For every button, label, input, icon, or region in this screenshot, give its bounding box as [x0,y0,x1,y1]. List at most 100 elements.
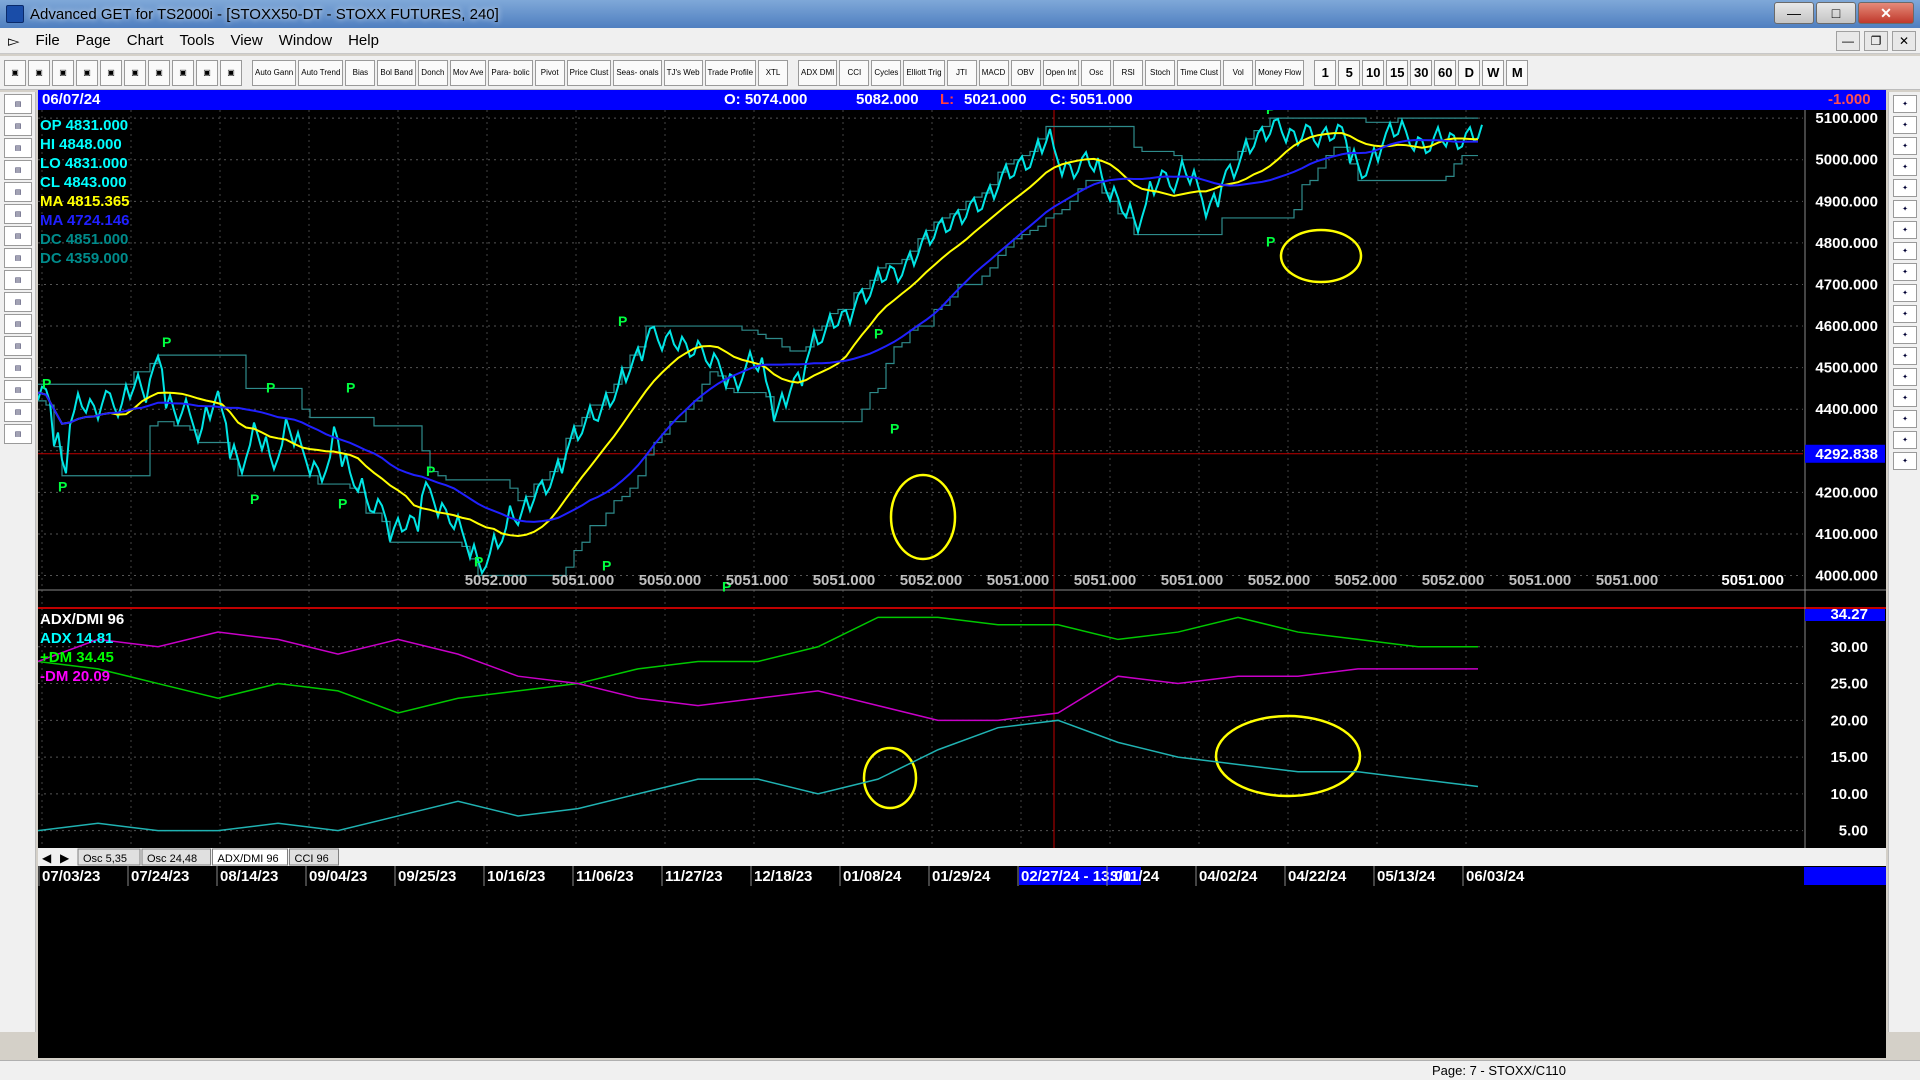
info-high: 5082.000 [856,91,919,108]
window-controls: — □ ✕ [1774,2,1914,24]
mdi-close-button[interactable]: ✕ [1892,31,1916,51]
tool-icon-6[interactable]: ▣ [148,59,170,86]
tool-icon-3[interactable]: ▣ [76,59,98,86]
tool-icon-7[interactable]: ▣ [172,59,194,86]
menu-chart[interactable]: Chart [119,32,172,49]
left-tool-icon-12[interactable]: ▤ [4,358,32,378]
timeframe-w[interactable]: W [1482,59,1505,86]
tool-tj-s-web[interactable]: TJ's Web [663,59,703,86]
tool-icon-5[interactable]: ▣ [124,59,146,86]
right-tool-icon-10[interactable]: ✦ [1893,305,1917,323]
tool-macd[interactable]: MACD [978,59,1009,86]
right-tool-icon-16[interactable]: ✦ [1893,431,1917,449]
left-tool-icon-10[interactable]: ▤ [4,314,32,334]
right-tool-icon-9[interactable]: ✦ [1893,284,1917,302]
right-tool-icon-7[interactable]: ✦ [1893,242,1917,260]
tool-jti[interactable]: JTI [946,59,977,86]
timeframe-1[interactable]: 1 [1314,59,1337,86]
tool-obv[interactable]: OBV [1010,59,1041,86]
tool-para-bolic[interactable]: Para- bolic [488,59,533,86]
tool-open-int[interactable]: Open Int [1042,59,1080,86]
tool-stoch[interactable]: Stoch [1145,59,1176,86]
mdi-restore-button[interactable]: ❐ [1864,31,1888,51]
tool-icon-0[interactable]: ▣ [4,59,26,86]
left-tool-icon-2[interactable]: ▤ [4,138,32,158]
tool-bias[interactable]: Bias [345,59,376,86]
timeframe-d[interactable]: D [1458,59,1481,86]
timeframe-5[interactable]: 5 [1338,59,1361,86]
menu-view[interactable]: View [222,32,270,49]
timeframe-30[interactable]: 30 [1410,59,1433,86]
tool-rsi[interactable]: RSI [1113,59,1144,86]
right-tool-icon-0[interactable]: ✦ [1893,95,1917,113]
close-button[interactable]: ✕ [1858,2,1914,24]
left-tool-icon-11[interactable]: ▤ [4,336,32,356]
tool-time-clust[interactable]: Time Clust [1177,59,1222,86]
tool-vol[interactable]: Vol [1223,59,1254,86]
tool-osc[interactable]: Osc [1081,59,1112,86]
chart-area[interactable]: 06/07/24 O: 5074.000 5082.000 L: 5021.00… [38,90,1886,1058]
menu-window[interactable]: Window [271,32,340,49]
tool-pivot[interactable]: Pivot [534,59,565,86]
right-tool-icon-14[interactable]: ✦ [1893,389,1917,407]
tool-xtl[interactable]: XTL [758,59,789,86]
right-tool-icon-4[interactable]: ✦ [1893,179,1917,197]
right-tool-icon-5[interactable]: ✦ [1893,200,1917,218]
tool-icon-2[interactable]: ▣ [52,59,74,86]
left-tool-icon-4[interactable]: ▤ [4,182,32,202]
right-tool-icon-8[interactable]: ✦ [1893,263,1917,281]
tool-cycles[interactable]: Cycles [871,59,902,86]
right-tool-icon-17[interactable]: ✦ [1893,452,1917,470]
right-tool-icon-6[interactable]: ✦ [1893,221,1917,239]
tool-bol-band[interactable]: Bol Band [377,59,416,86]
timeframe-15[interactable]: 15 [1386,59,1409,86]
tool-mov-ave[interactable]: Mov Ave [449,59,487,86]
right-tool-icon-1[interactable]: ✦ [1893,116,1917,134]
left-tool-icon-8[interactable]: ▤ [4,270,32,290]
maximize-button[interactable]: □ [1816,2,1856,24]
tool-cci[interactable]: CCI [839,59,870,86]
tool-icon-9[interactable]: ▣ [220,59,242,86]
left-tool-icon-14[interactable]: ▤ [4,402,32,422]
tool-trade-profile[interactable]: Trade Profile [704,59,757,86]
menu-page[interactable]: Page [68,32,119,49]
left-tool-icon-0[interactable]: ▤ [4,94,32,114]
timeframe-m[interactable]: M [1506,59,1529,86]
tool-auto-trend[interactable]: Auto Trend [298,59,344,86]
left-tool-icon-9[interactable]: ▤ [4,292,32,312]
price-axis-label: 4600.000 [1815,318,1878,335]
mdi-minimize-button[interactable]: — [1836,31,1860,51]
right-tool-icon-13[interactable]: ✦ [1893,368,1917,386]
right-tool-icon-2[interactable]: ✦ [1893,137,1917,155]
right-tool-icon-12[interactable]: ✦ [1893,347,1917,365]
date-axis-label: 12/18/23 [754,868,812,885]
tool-icon-1[interactable]: ▣ [28,59,50,86]
left-tool-icon-3[interactable]: ▤ [4,160,32,180]
timeframe-10[interactable]: 10 [1362,59,1385,86]
left-tool-icon-5[interactable]: ▤ [4,204,32,224]
menu-file[interactable]: File [28,32,68,49]
tool-seas-onals[interactable]: Seas- onals [613,59,662,86]
tool-icon-8[interactable]: ▣ [196,59,218,86]
left-tool-icon-1[interactable]: ▤ [4,116,32,136]
tool-elliott-trig[interactable]: Elliott Trig [903,59,945,86]
menu-tools[interactable]: Tools [171,32,222,49]
tool-price-clust[interactable]: Price Clust [566,59,612,86]
right-tool-icon-15[interactable]: ✦ [1893,410,1917,428]
menu-help[interactable]: Help [340,32,387,49]
mdi-controls: — ❐ ✕ [1836,31,1916,51]
left-tool-icon-6[interactable]: ▤ [4,226,32,246]
left-tool-icon-15[interactable]: ▤ [4,424,32,444]
mdi-icon[interactable]: ▻ [0,32,28,50]
tool-auto-gann[interactable]: Auto Gann [252,59,297,86]
left-tool-icon-7[interactable]: ▤ [4,248,32,268]
minimize-button[interactable]: — [1774,2,1814,24]
right-tool-icon-3[interactable]: ✦ [1893,158,1917,176]
timeframe-60[interactable]: 60 [1434,59,1457,86]
right-tool-icon-11[interactable]: ✦ [1893,326,1917,344]
tool-donch[interactable]: Donch [417,59,448,86]
left-tool-icon-13[interactable]: ▤ [4,380,32,400]
tool-adx-dmi[interactable]: ADX DMI [798,59,838,86]
tool-money-flow[interactable]: Money Flow [1255,59,1305,86]
tool-icon-4[interactable]: ▣ [100,59,122,86]
